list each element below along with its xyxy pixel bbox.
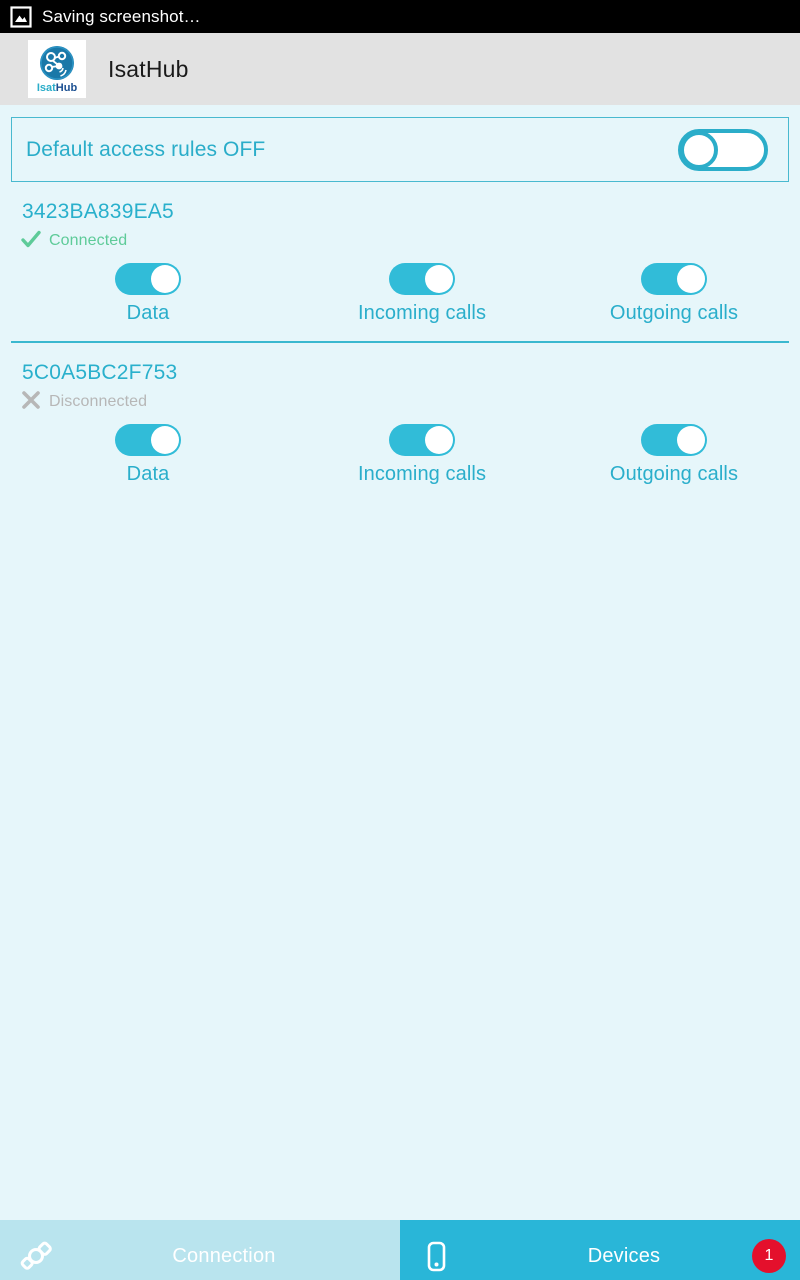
default-access-rules-row[interactable]: Default access rules OFF <box>11 117 789 182</box>
device-item[interactable]: 5C0A5BC2F753 Disconnected Data Incoming … <box>0 343 800 486</box>
device-switch-row: Data Incoming calls Outgoing calls <box>0 424 800 486</box>
status-bar-text: Saving screenshot… <box>42 6 201 26</box>
tab-devices-label: Devices <box>587 1244 661 1267</box>
data-toggle[interactable] <box>115 263 181 295</box>
toggle-knob <box>151 265 179 293</box>
switch-label: Incoming calls <box>357 463 487 485</box>
toggle-knob <box>425 426 453 454</box>
outgoing-calls-toggle[interactable] <box>641 424 707 456</box>
toggle-knob <box>677 426 705 454</box>
status-bar: Saving screenshot… <box>0 0 800 33</box>
data-toggle[interactable] <box>115 424 181 456</box>
switch-data[interactable]: Data <box>0 424 296 486</box>
svg-text:IsatHub: IsatHub <box>37 82 78 94</box>
device-status-label: Connected <box>49 232 128 249</box>
cross-icon <box>20 389 42 416</box>
toggle-knob <box>425 265 453 293</box>
check-icon <box>20 228 42 255</box>
switch-label: Data <box>126 302 170 324</box>
default-access-rules-toggle[interactable] <box>678 128 768 171</box>
switch-outgoing-calls[interactable]: Outgoing calls <box>548 263 800 325</box>
phone-icon <box>414 1236 458 1276</box>
main-content: Default access rules OFF 3423BA839EA5 Co… <box>0 117 800 1280</box>
bottom-tab-bar: Connection Devices 1 <box>0 1220 800 1280</box>
device-status: Connected <box>0 229 800 253</box>
device-id: 5C0A5BC2F753 <box>22 361 178 384</box>
app-bar: IsatHub IsatHub <box>0 33 800 105</box>
device-status-label: Disconnected <box>49 393 148 410</box>
switch-incoming-calls[interactable]: Incoming calls <box>296 424 548 486</box>
toggle-knob <box>680 130 718 169</box>
image-saving-icon <box>10 5 32 28</box>
outgoing-calls-toggle[interactable] <box>641 263 707 295</box>
tab-connection[interactable]: Connection <box>0 1220 400 1280</box>
device-switch-row: Data Incoming calls Outgoing calls <box>0 263 800 325</box>
switch-label: Data <box>126 463 170 485</box>
switch-label: Outgoing calls <box>609 302 739 324</box>
incoming-calls-toggle[interactable] <box>389 424 455 456</box>
devices-badge: 1 <box>752 1239 786 1273</box>
app-title: IsatHub <box>108 55 189 82</box>
switch-incoming-calls[interactable]: Incoming calls <box>296 263 548 325</box>
isathub-logo-icon[interactable]: IsatHub <box>28 40 86 98</box>
tab-devices[interactable]: Devices 1 <box>400 1220 800 1280</box>
device-id: 3423BA839EA5 <box>22 200 174 223</box>
switch-data[interactable]: Data <box>0 263 296 325</box>
toggle-knob <box>151 426 179 454</box>
device-status: Disconnected <box>0 390 800 414</box>
tab-connection-label: Connection <box>172 1244 276 1267</box>
device-item[interactable]: 3423BA839EA5 Connected Data Incoming cal… <box>0 182 800 325</box>
switch-label: Outgoing calls <box>609 463 739 485</box>
switch-label: Incoming calls <box>357 302 487 324</box>
incoming-calls-toggle[interactable] <box>389 263 455 295</box>
default-access-rules-label: Default access rules OFF <box>26 137 266 161</box>
toggle-knob <box>677 265 705 293</box>
switch-outgoing-calls[interactable]: Outgoing calls <box>548 424 800 486</box>
link-chain-icon <box>14 1236 58 1276</box>
